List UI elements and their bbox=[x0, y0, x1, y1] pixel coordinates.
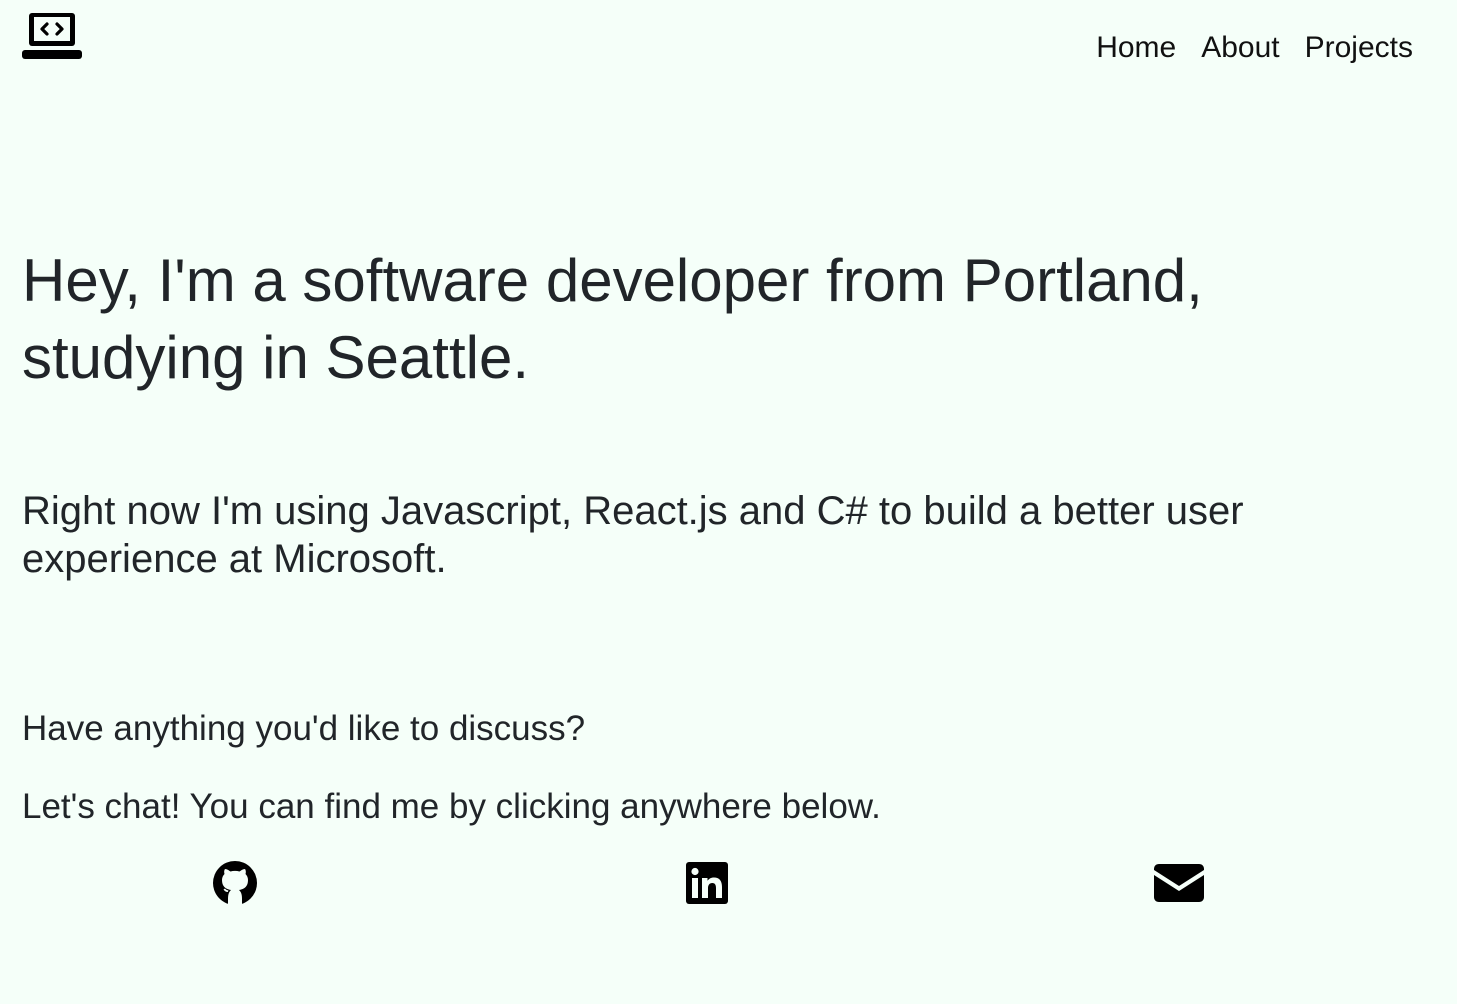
nav-projects-link[interactable]: Projects bbox=[1305, 30, 1413, 66]
contact-question: Have anything you'd like to discuss? bbox=[22, 709, 586, 748]
nav-home-link[interactable]: Home bbox=[1096, 30, 1176, 66]
email-link[interactable] bbox=[1149, 853, 1209, 913]
hero-headline: Hey, I'm a software developer from Portl… bbox=[22, 247, 1203, 391]
home-logo-link[interactable] bbox=[22, 12, 82, 60]
main-nav: Home About Projects bbox=[1096, 30, 1413, 66]
social-links bbox=[0, 850, 1414, 920]
hero-lead: Right now I'm using Javascript, React.js… bbox=[22, 489, 1244, 581]
github-link[interactable] bbox=[205, 853, 265, 913]
linkedin-link[interactable] bbox=[677, 853, 737, 913]
laptop-code-icon bbox=[22, 13, 82, 59]
github-icon bbox=[213, 861, 257, 905]
nav-about-link[interactable]: About bbox=[1201, 30, 1279, 66]
contact-prompt: Let's chat! You can find me by clicking … bbox=[22, 787, 881, 826]
envelope-icon bbox=[1154, 864, 1204, 902]
linkedin-icon bbox=[686, 862, 728, 904]
